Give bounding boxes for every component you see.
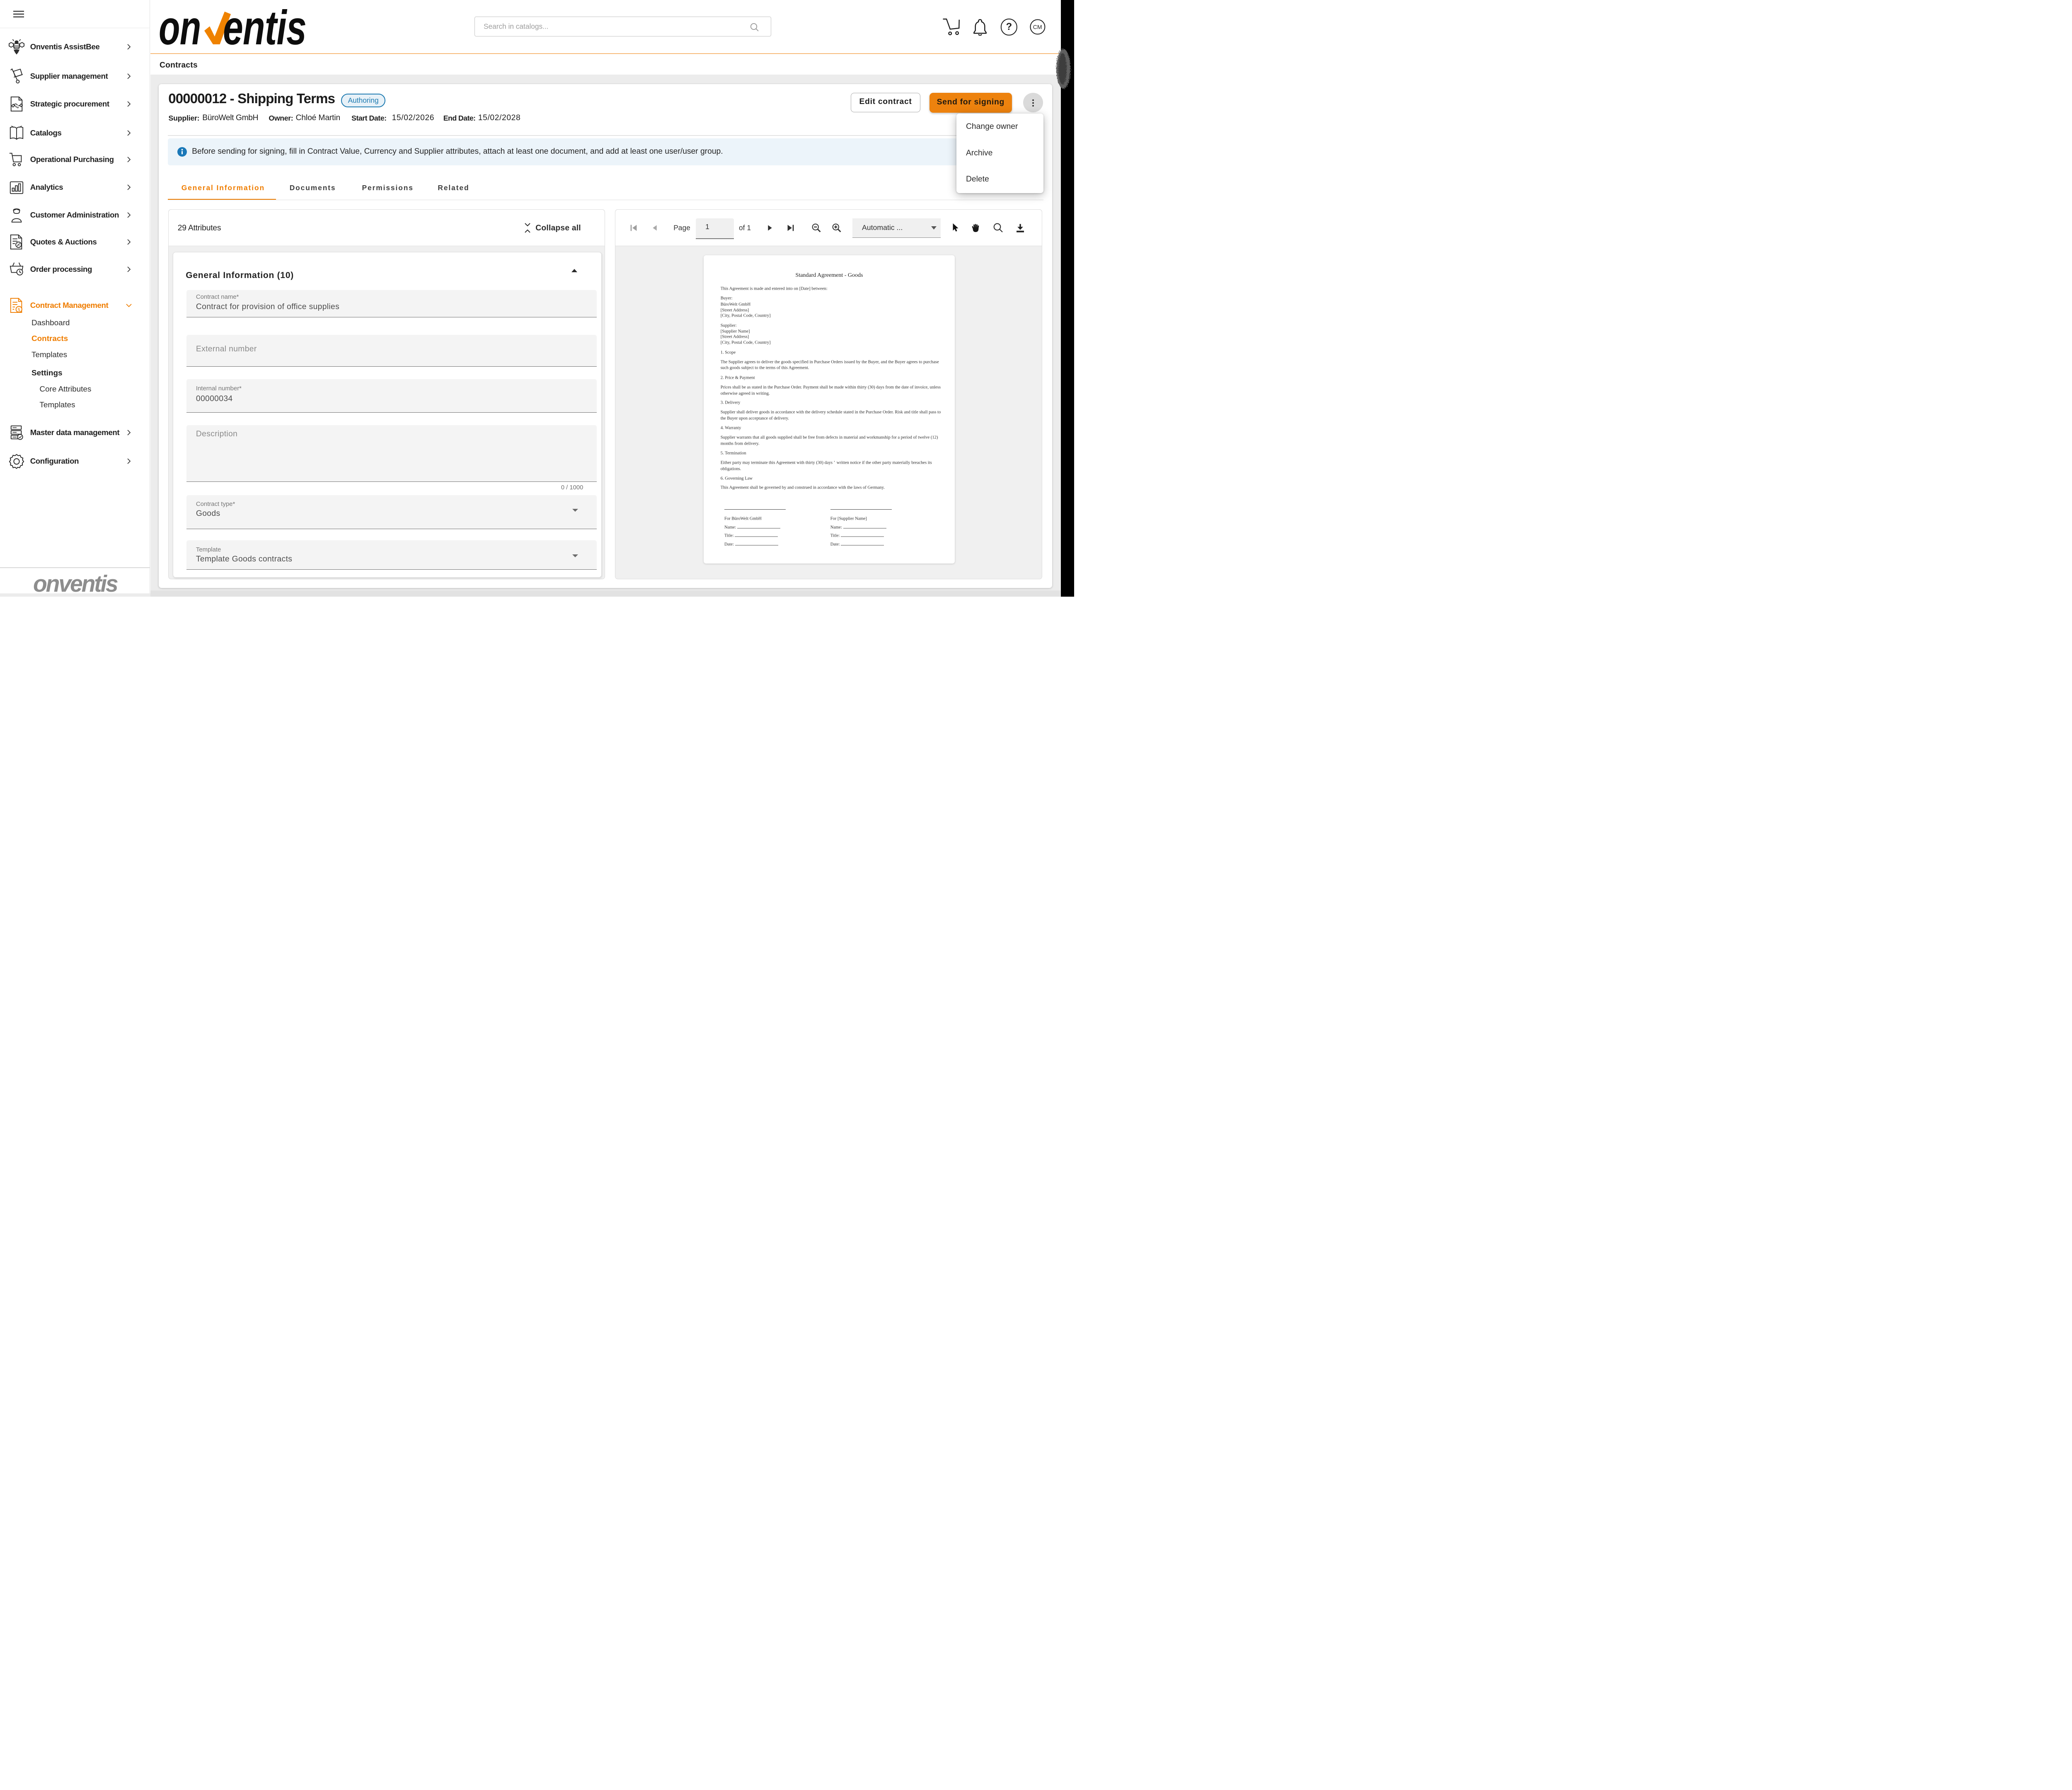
svg-text:§: § — [18, 307, 20, 312]
